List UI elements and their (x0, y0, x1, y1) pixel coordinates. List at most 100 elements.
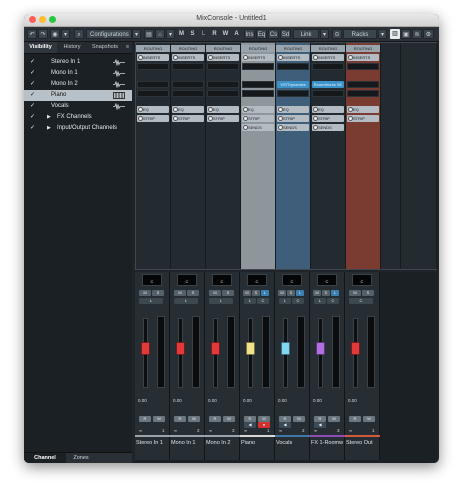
strip-button[interactable]: STRIP (277, 115, 309, 122)
visibility-icon[interactable]: ◉ (50, 29, 60, 39)
channel-option-button[interactable]: C (349, 298, 373, 304)
visibility-row-stereo-in-1[interactable]: ✓ Stereo In 1 (24, 57, 132, 68)
channel-option-button[interactable]: L (174, 298, 198, 304)
tab-menu-icon[interactable]: ≡ (123, 42, 132, 53)
insert-slot[interactable] (137, 63, 169, 70)
pan-control[interactable]: C (317, 274, 337, 286)
insert-slot[interactable] (242, 63, 274, 70)
link-select[interactable]: Link (293, 29, 319, 39)
inserts-button[interactable]: INSERTS (137, 54, 169, 61)
strip-button[interactable]: STRIP (207, 115, 239, 122)
pan-control[interactable]: C (282, 274, 302, 286)
channel-s-button[interactable]: S (362, 290, 374, 296)
strip-button[interactable]: STRIP (137, 115, 169, 122)
insert-slot[interactable] (137, 90, 169, 97)
read-automation-button[interactable]: R (349, 416, 361, 422)
strip-bypass-button[interactable]: Cs (268, 29, 279, 39)
visibility-checkbox[interactable]: ✓ (30, 79, 35, 90)
inserts-button[interactable]: INSERTS (347, 54, 379, 61)
insert-slot[interactable] (172, 81, 204, 88)
visibility-checkbox[interactable]: ✓ (30, 112, 35, 123)
routing-label[interactable]: ROUTING (136, 45, 170, 52)
insert-slot[interactable] (312, 90, 344, 97)
insert-slot[interactable] (277, 63, 309, 70)
channel-s-button[interactable]: S (222, 290, 234, 296)
meter-bridge-icon[interactable]: ▣ (401, 29, 411, 39)
mute-mode-button[interactable]: M (177, 29, 186, 39)
routing-label[interactable]: ROUTING (346, 45, 380, 52)
visibility-checkbox[interactable]: ✓ (30, 68, 35, 79)
channel-m-button[interactable]: M (278, 290, 286, 296)
settings-gear-icon[interactable]: ⚙ (423, 29, 434, 39)
eq-button[interactable]: EQ (242, 106, 274, 113)
volume-value[interactable]: 0.00 (313, 398, 335, 403)
channel-s-button[interactable]: S (152, 290, 164, 296)
read-mode-button[interactable]: R (210, 29, 219, 39)
sends-button[interactable]: SENDS (277, 124, 309, 131)
insert-slot[interactable] (172, 63, 204, 70)
volume-value[interactable]: 0.00 (243, 398, 265, 403)
read-automation-button[interactable]: R (174, 416, 186, 422)
channel-option-button[interactable]: L (139, 298, 163, 304)
channel-m-button[interactable]: M (313, 290, 321, 296)
pan-control[interactable]: C (247, 274, 267, 286)
enable-state-icon[interactable]: ⊙ (332, 29, 342, 39)
write-automation-button[interactable]: W (293, 416, 305, 422)
insert-slot[interactable] (242, 90, 274, 97)
search-icon[interactable]: ⌕ (74, 29, 84, 39)
visibility-checkbox[interactable]: ✓ (30, 57, 35, 68)
eq-button[interactable]: EQ (137, 106, 169, 113)
volume-fader[interactable] (351, 342, 360, 355)
link-dropdown-icon[interactable]: ▾ (320, 29, 329, 39)
insert-slot[interactable] (242, 81, 274, 88)
channel-name[interactable]: Stereo Out (346, 437, 378, 449)
eq-button[interactable]: EQ (347, 106, 379, 113)
configurations-dropdown-icon[interactable]: ▾ (132, 29, 141, 39)
channel-option-button[interactable]: C (292, 298, 304, 304)
inserts-button[interactable]: INSERTS (277, 54, 309, 61)
channel-option-button[interactable]: L (279, 298, 291, 304)
redo-icon[interactable]: ↷ (38, 29, 48, 39)
strip-button[interactable]: STRIP (347, 115, 379, 122)
routing-label[interactable]: ROUTING (276, 45, 310, 52)
configurations-select[interactable]: Configurations (86, 29, 132, 39)
insert-slot[interactable] (277, 90, 309, 97)
tab-channel[interactable]: Channel (24, 453, 66, 463)
volume-fader[interactable] (176, 342, 185, 355)
channel-l-button[interactable]: L (261, 290, 269, 296)
channel-s-button[interactable]: S (322, 290, 330, 296)
functions-icon[interactable]: ≋ (412, 29, 422, 39)
home-icon[interactable]: ⌂ (155, 29, 165, 39)
eq-button[interactable]: EQ (312, 106, 344, 113)
inserts-button[interactable]: INSERTS (172, 54, 204, 61)
automation-mode-button[interactable]: A (232, 29, 241, 39)
strip-button[interactable]: STRIP (242, 115, 274, 122)
pan-control[interactable]: C (352, 274, 372, 286)
channel-name[interactable]: FX 1-Roomwor (311, 437, 343, 449)
insert-slot[interactable] (207, 90, 239, 97)
channel-m-button[interactable]: M (243, 290, 251, 296)
read-automation-button[interactable]: R (209, 416, 221, 422)
read-automation-button[interactable]: R (139, 416, 151, 422)
pan-control[interactable]: C (142, 274, 162, 286)
tab-visibility[interactable]: Visibility (24, 42, 57, 53)
sends-button[interactable]: SENDS (242, 124, 274, 131)
channel-name[interactable]: Piano (241, 437, 273, 449)
sends-button[interactable]: SENDS (312, 124, 344, 131)
routing-label[interactable]: ROUTING (241, 45, 275, 52)
volume-value[interactable]: 0.00 (138, 398, 160, 403)
insert-slot[interactable] (172, 90, 204, 97)
channel-m-button[interactable]: M (349, 290, 361, 296)
tab-history[interactable]: History (57, 42, 87, 53)
insert-slot[interactable] (312, 63, 344, 70)
routing-label[interactable]: ROUTING (311, 45, 345, 52)
visibility-row-vocals[interactable]: ✓ Vocals (24, 101, 132, 112)
insert-slot[interactable] (347, 81, 379, 88)
channel-m-button[interactable]: M (139, 290, 151, 296)
folder-expand-icon[interactable]: ▶ (47, 123, 51, 134)
home-dropdown-icon[interactable]: ▾ (166, 29, 175, 39)
routing-label[interactable]: ROUTING (171, 45, 205, 52)
volume-fader[interactable] (141, 342, 150, 355)
channel-name[interactable]: Vocals (276, 437, 308, 449)
routing-label[interactable]: ROUTING (206, 45, 240, 52)
